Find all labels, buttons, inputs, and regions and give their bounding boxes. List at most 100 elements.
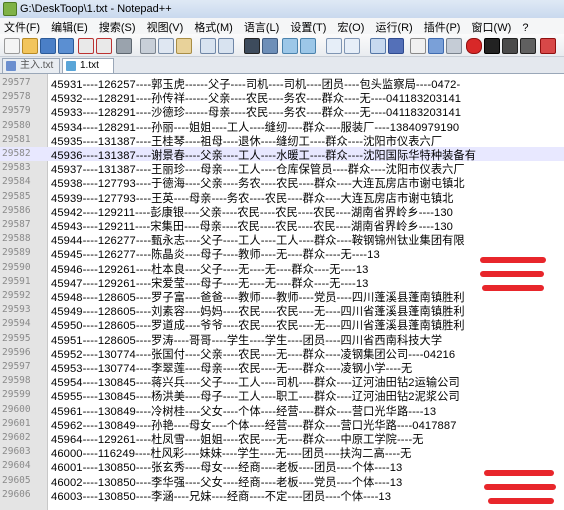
line-number: 29604 [2,460,31,472]
red-redaction-mark [480,257,546,263]
open-file-icon[interactable] [22,38,38,54]
line-number: 29588 [2,233,31,245]
text-line[interactable]: 29601 45962----130849----孙艳----母女----个体--… [0,417,564,432]
text-line[interactable]: 29594 45950----128605----罗道成----爷爷----农民-… [0,317,564,332]
line-number: 29583 [2,162,31,174]
udl-icon[interactable] [428,38,444,54]
menu-plugins[interactable]: 插件(P) [420,18,461,35]
editor-area[interactable]: 29577 45931----126257----郭玉虎------父子----司… [0,74,564,510]
line-number: 29578 [2,91,31,103]
line-number: 29596 [2,346,31,358]
close-icon[interactable] [78,38,94,54]
stop-macro-icon[interactable] [484,38,500,54]
tab-label: 1.txt [80,60,99,71]
text-line[interactable]: 29600 45961----130849----冷树桂----父女----个体-… [0,403,564,418]
text-line[interactable]: 29595 45951----128605----罗涛----哥哥----学生--… [0,332,564,347]
all-chars-icon[interactable] [388,38,404,54]
copy-icon[interactable] [158,38,174,54]
text-line[interactable]: 29597 45953----130774----李翠莲----母亲----农民-… [0,360,564,375]
text-line[interactable]: 29579 45933----128291----沙德珍------母亲----农… [0,104,564,119]
text-line[interactable]: 29592 45948----128605----罗子富----爸爸----教师-… [0,289,564,304]
menu-run[interactable]: 运行(R) [371,18,412,35]
line-number: 29584 [2,176,31,188]
text-line[interactable]: 29582 45936----131387----谢景春----父亲----工人-… [0,147,564,162]
red-redaction-mark [482,285,544,291]
run-macro-multiple-icon[interactable] [520,38,536,54]
text-line[interactable]: 29593 45949----128605----刘素容----妈妈----农民-… [0,303,564,318]
save-macro-icon[interactable] [540,38,556,54]
line-number: 29603 [2,446,31,458]
text-line[interactable]: 29580 45934----128291----孙丽----姐姐----工人--… [0,119,564,134]
line-number: 29585 [2,190,31,202]
menu-language[interactable]: 语言(L) [240,18,279,35]
sync-h-icon[interactable] [344,38,360,54]
cut-icon[interactable] [140,38,156,54]
text-line[interactable]: 29602 45964----129261----杜凤雪----姐姐----农民-… [0,431,564,446]
text-line[interactable]: 29583 45937----131387----王丽珍----母亲----工人-… [0,161,564,176]
menu-macro[interactable]: 宏(O) [334,18,365,35]
line-number: 29594 [2,318,31,330]
print-icon[interactable] [116,38,132,54]
zoom-in-icon[interactable] [282,38,298,54]
doc-map-icon[interactable] [446,38,462,54]
line-number: 29597 [2,361,31,372]
text-line[interactable]: 29603 46000----116249----杜风彩----妹妹----学生-… [0,445,564,460]
line-number: 29598 [2,375,31,387]
menu-help[interactable]: ? [518,21,528,34]
text-line[interactable]: 29586 45942----129211----彭康银----父亲----农民-… [0,204,564,219]
tab-1-txt[interactable]: 1.txt [62,58,114,73]
zoom-out-icon[interactable] [300,38,316,54]
text-line[interactable]: 29585 45939----127793----王英----母亲----务农--… [0,190,564,205]
text-line[interactable]: 29598 45954----130845----蒋兴兵----父子----工人-… [0,374,564,389]
notepadpp-app-icon [3,2,17,16]
line-number: 29582 [2,148,31,159]
save-all-icon[interactable] [58,38,74,54]
record-macro-icon[interactable] [466,38,482,54]
menu-format[interactable]: 格式(M) [190,18,233,35]
replace-icon[interactable] [262,38,278,54]
text-line[interactable]: 29596 45952----130774----张国付----父亲----农民-… [0,346,564,361]
play-macro-icon[interactable] [502,38,518,54]
indent-guide-icon[interactable] [410,38,426,54]
menu-settings[interactable]: 设置(T) [286,18,326,35]
line-number: 29593 [2,304,31,316]
text-line[interactable]: 29604 46001----130850----张玄秀----母女----经商-… [0,459,564,474]
wrap-icon[interactable] [370,38,386,54]
menu-file[interactable]: 文件(F) [0,18,40,35]
paste-icon[interactable] [176,38,192,54]
new-file-icon[interactable] [4,38,20,54]
text-line[interactable]: 29584 45938----127793----于德海----父亲----务农-… [0,175,564,190]
toolbar [0,34,564,57]
text-line[interactable]: 29605 46002----130850----李华强----父女----经商-… [0,474,564,489]
line-number: 29581 [2,133,31,145]
title-bar: G:\DeskToop\1.txt - Notepad++ [0,0,564,19]
close-all-icon[interactable] [96,38,112,54]
menu-bar: 文件(F) 编辑(E) 搜索(S) 视图(V) 格式(M) 语言(L) 设置(T… [0,18,564,35]
undo-icon[interactable] [200,38,216,54]
menu-view[interactable]: 视图(V) [143,18,184,35]
text-line[interactable]: 29581 45935----131387----王桂琴----祖母----退休-… [0,133,564,148]
text-line[interactable]: 29588 45944----126277----甄永志----父子----工人-… [0,232,564,247]
sync-v-icon[interactable] [326,38,342,54]
text-line[interactable]: 29577 45931----126257----郭玉虎------父子----司… [0,76,564,91]
tab-main-txt[interactable]: 主入.txt [2,58,60,73]
menu-window[interactable]: 窗口(W) [468,18,512,35]
line-number: 29590 [2,261,31,273]
text-line[interactable]: 29578 45932----128291----孙传祥------父亲----农… [0,90,564,105]
menu-edit[interactable]: 编辑(E) [47,18,88,35]
line-number: 29579 [2,105,31,117]
save-icon[interactable] [40,38,56,54]
red-redaction-mark [480,271,544,277]
line-text[interactable]: 46003----130850----李涵----兄妹----经商----不定-… [51,488,391,504]
text-line[interactable]: 29606 46003----130850----李涵----兄妹----经商--… [0,488,564,504]
red-redaction-mark [484,484,556,490]
tab-label: 主入.txt [20,60,54,71]
find-icon[interactable] [244,38,260,54]
line-number: 29580 [2,119,31,131]
menu-search[interactable]: 搜索(S) [95,18,136,35]
text-line[interactable]: 29591 45947----129261----宋爱莹----母子----无--… [0,275,564,290]
redo-icon[interactable] [218,38,234,54]
text-line[interactable]: 29587 45943----129211----宋集田----母亲----农民-… [0,218,564,233]
text-line[interactable]: 29599 45955----130845----杨洪美----母子----工人-… [0,388,564,403]
line-number: 29605 [2,474,31,486]
